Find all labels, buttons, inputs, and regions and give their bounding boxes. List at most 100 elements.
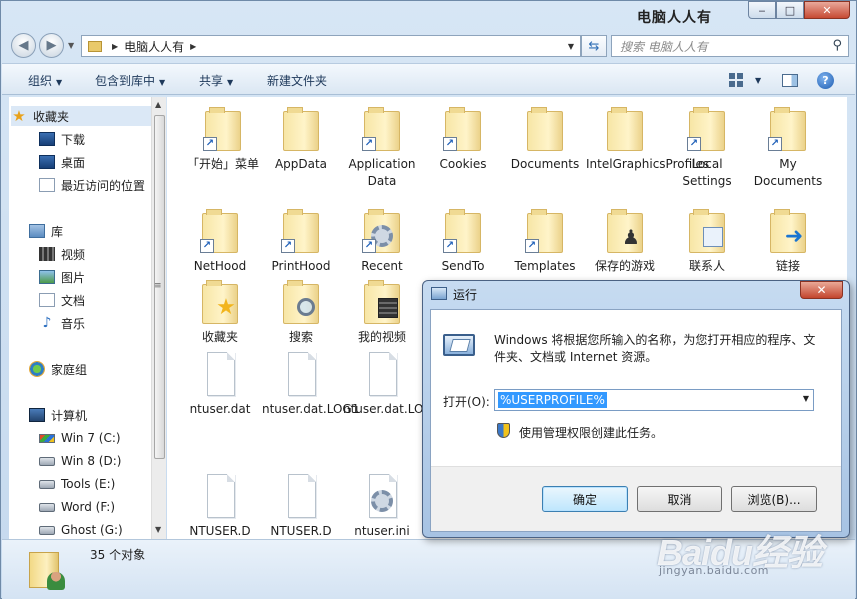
browse-button[interactable]: 浏览(B)... bbox=[731, 486, 817, 512]
file-item[interactable]: 搜索 bbox=[262, 278, 340, 346]
nav-desktop[interactable]: 桌面 bbox=[39, 152, 85, 172]
nav-favorites[interactable]: ★ 收藏夹 bbox=[11, 106, 153, 126]
user-folder-icon bbox=[29, 546, 67, 592]
file-item[interactable]: ↗ SendTo bbox=[424, 207, 502, 275]
run-close-button[interactable]: ✕ bbox=[800, 281, 843, 299]
file-item[interactable]: ↗ Recent bbox=[343, 207, 421, 275]
address-bar[interactable]: ▶ 电脑人人有 ▶ ▼ bbox=[81, 35, 581, 57]
nav-music[interactable]: ♪ 音乐 bbox=[39, 313, 85, 333]
recent-places-icon bbox=[39, 178, 55, 192]
new-folder-button[interactable]: 新建文件夹 bbox=[267, 72, 327, 89]
nav-drive-c[interactable]: Win 7 (C:) bbox=[39, 428, 121, 448]
search-icon[interactable]: ⚲ bbox=[832, 38, 842, 53]
file-label: 联系人 bbox=[688, 259, 725, 273]
nav-drive-f[interactable]: Word (F:) bbox=[39, 497, 115, 517]
file-item[interactable]: ★ 收藏夹 bbox=[181, 278, 259, 346]
nav-downloads[interactable]: 下载 bbox=[39, 129, 85, 149]
scroll-down-icon[interactable]: ▼ bbox=[155, 525, 161, 534]
chevron-down-icon[interactable]: ▼ bbox=[803, 394, 809, 403]
nav-label: 计算机 bbox=[51, 408, 88, 423]
file-item[interactable]: ntuser.dat.LOG1 bbox=[262, 350, 360, 418]
file-item[interactable]: ↗ Application Data bbox=[343, 105, 421, 190]
file-item[interactable]: ↗ PrintHood bbox=[262, 207, 340, 275]
file-item[interactable]: ↗ Local Settings bbox=[668, 105, 746, 190]
desktop-icon bbox=[39, 155, 55, 169]
open-combobox[interactable]: %USERPROFILE% ▼ bbox=[494, 389, 814, 411]
file-item[interactable]: ↗ Templates bbox=[506, 207, 584, 275]
file-label: ntuser.dat.LOG1 bbox=[262, 402, 360, 416]
file-item[interactable]: ➜ 链接 bbox=[749, 207, 827, 275]
run-description: Windows 将根据您所输入的名称，为您打开相应的程序、文件夹、文档或 Int… bbox=[494, 333, 816, 364]
file-label: NetHood bbox=[193, 259, 247, 273]
change-view-button[interactable]: ▼ bbox=[729, 70, 761, 90]
back-button[interactable]: ◀ bbox=[11, 33, 36, 58]
cancel-button[interactable]: 取消 bbox=[637, 486, 722, 512]
recent-pages-dropdown[interactable]: ▼ bbox=[68, 41, 74, 50]
chevron-down-icon[interactable]: ▼ bbox=[755, 76, 761, 85]
nav-videos[interactable]: 视频 bbox=[39, 244, 85, 264]
nav-drive-d[interactable]: Win 8 (D:) bbox=[39, 451, 121, 471]
minimize-button[interactable]: ‒ bbox=[748, 1, 776, 19]
nav-recent-places[interactable]: 最近访问的位置 bbox=[39, 175, 145, 195]
nav-documents[interactable]: 文档 bbox=[39, 290, 85, 310]
file-item[interactable]: IntelGraphicsProfiles bbox=[586, 105, 709, 173]
file-item[interactable]: ntuser.dat bbox=[181, 350, 259, 418]
view-grid-icon bbox=[729, 73, 743, 87]
nav-libraries[interactable]: 库 bbox=[29, 221, 63, 241]
file-item[interactable]: AppData bbox=[262, 105, 340, 173]
close-button[interactable]: ✕ bbox=[804, 1, 850, 19]
ok-button[interactable]: 确定 bbox=[542, 486, 628, 512]
open-input-value[interactable]: %USERPROFILE% bbox=[498, 392, 607, 408]
file-item[interactable]: ↗ My Documents bbox=[749, 105, 827, 190]
file-item[interactable]: NTUSER.D bbox=[181, 472, 259, 539]
search-input[interactable]: 搜索 电脑人人有 ⚲ bbox=[611, 35, 849, 57]
breadcrumb-separator-icon[interactable]: ▶ bbox=[190, 42, 196, 51]
include-in-library-label: 包含到库中 bbox=[95, 74, 156, 88]
file-item[interactable]: ↗ 「开始」菜单 bbox=[184, 105, 262, 173]
nav-label: 桌面 bbox=[61, 155, 86, 170]
run-button-bar: 确定 取消 浏览(B)... bbox=[431, 466, 841, 531]
file-item[interactable]: 我的视频 bbox=[343, 278, 421, 346]
nav-pictures[interactable]: 图片 bbox=[39, 267, 85, 287]
file-label: ntuser.dat bbox=[189, 402, 251, 416]
nav-drive-g[interactable]: Ghost (G:) bbox=[39, 520, 123, 539]
file-item[interactable]: ↗ Cookies bbox=[424, 105, 502, 173]
file-item[interactable]: Documents bbox=[506, 105, 584, 173]
forward-button[interactable]: ▶ bbox=[39, 33, 64, 58]
nav-label: Word (F:) bbox=[61, 500, 116, 514]
share-menu[interactable]: 共享 ▼ bbox=[199, 72, 233, 89]
file-item[interactable]: 联系人 bbox=[668, 207, 746, 275]
run-app-icon bbox=[431, 287, 447, 300]
file-icon bbox=[281, 472, 321, 520]
breadcrumb-separator-icon[interactable]: ▶ bbox=[112, 42, 118, 51]
file-item[interactable]: NTUSER.D bbox=[262, 472, 340, 539]
nav-label: 视频 bbox=[61, 247, 86, 262]
refresh-button[interactable]: ⇆ bbox=[581, 35, 607, 57]
file-item[interactable]: ntuser.ini bbox=[343, 472, 421, 539]
pictures-icon bbox=[39, 270, 55, 284]
nav-computer[interactable]: 计算机 bbox=[29, 405, 87, 425]
run-title: 运行 bbox=[453, 288, 478, 302]
file-icon bbox=[362, 350, 402, 398]
file-label: ntuser.dat.LOG2 bbox=[343, 402, 441, 416]
maximize-button[interactable]: □ bbox=[776, 1, 804, 19]
help-button[interactable]: ? bbox=[817, 70, 834, 90]
nav-drive-e[interactable]: Tools (E:) bbox=[39, 474, 115, 494]
command-bar: 组织 ▼ 包含到库中 ▼ 共享 ▼ 新建文件夹 ▼ ? bbox=[2, 63, 855, 95]
navigation-scrollbar[interactable]: ▲ ≡ ▼ bbox=[151, 97, 166, 539]
preview-pane-button[interactable] bbox=[782, 70, 798, 90]
file-item[interactable]: ↗ NetHood bbox=[181, 207, 259, 275]
help-icon: ? bbox=[817, 71, 834, 89]
address-dropdown-icon[interactable]: ▼ bbox=[568, 42, 574, 51]
include-in-library-menu[interactable]: 包含到库中 ▼ bbox=[95, 72, 165, 89]
contacts-folder-icon bbox=[687, 207, 727, 255]
file-item[interactable]: ♟ 保存的游戏 bbox=[586, 207, 664, 275]
scroll-up-icon[interactable]: ▲ bbox=[155, 100, 161, 109]
file-item[interactable]: ntuser.dat.LOG2 bbox=[343, 350, 441, 418]
breadcrumb-item[interactable]: 电脑人人有 bbox=[124, 38, 184, 55]
back-arrow-icon: ◀ bbox=[18, 38, 29, 53]
organize-menu[interactable]: 组织 ▼ bbox=[28, 72, 62, 89]
file-label: 收藏夹 bbox=[201, 330, 238, 344]
nav-label: Win 8 (D:) bbox=[61, 454, 122, 468]
nav-homegroup[interactable]: 家庭组 bbox=[29, 359, 87, 379]
